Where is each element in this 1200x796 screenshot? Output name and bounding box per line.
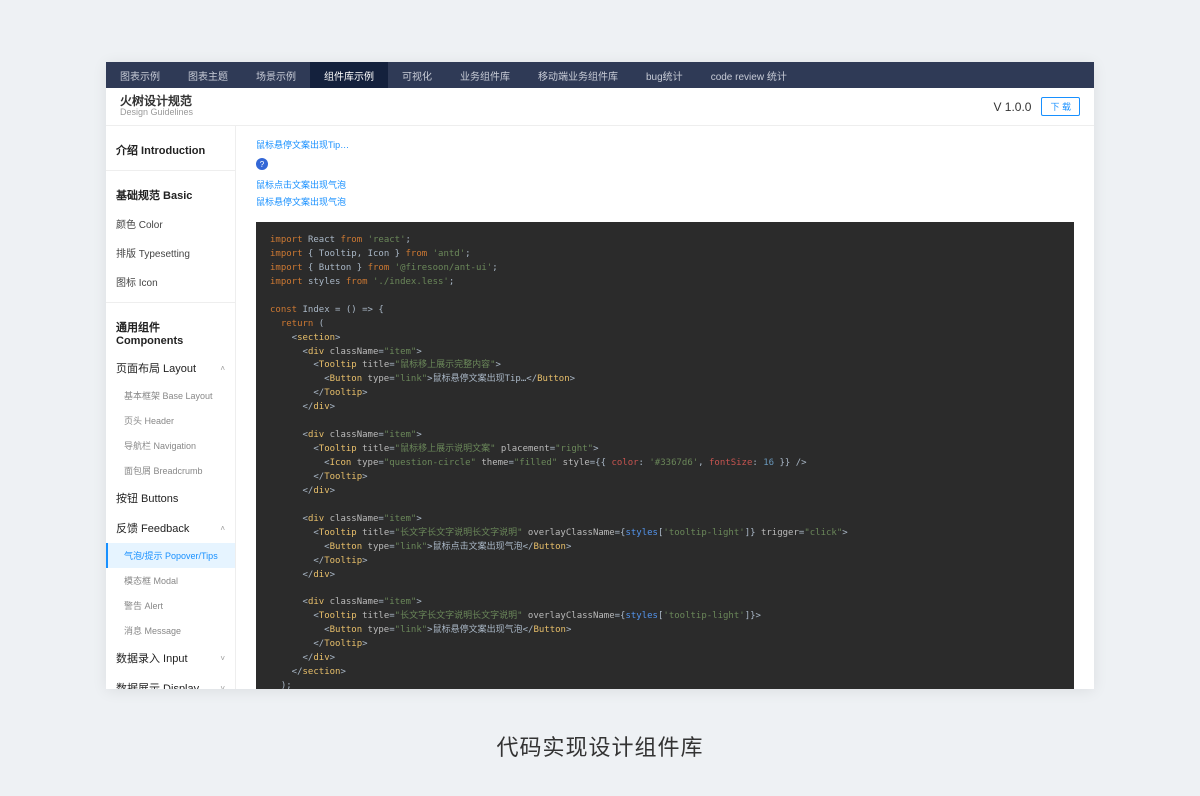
sidebar-item-layout-label: 页面布局 Layout [116, 360, 196, 376]
sidebar-section-intro[interactable]: 介绍 Introduction [106, 132, 235, 164]
page-caption: 代码实现设计组件库 [0, 730, 1200, 762]
chevron-down-icon: ˅ [220, 654, 225, 663]
tab-biz-components[interactable]: 业务组件库 [446, 62, 524, 88]
demo-link-hover-bubble[interactable]: 鼠标悬停文案出现气泡 [256, 195, 346, 208]
chevron-up-icon: ˄ [220, 364, 225, 373]
sidebar-item-color[interactable]: 颜色 Color [106, 209, 235, 238]
sidebar-item-base-layout[interactable]: 基本框架 Base Layout [106, 383, 235, 408]
brand: 火树设计规范 Design Guidelines [120, 95, 193, 118]
sidebar-item-display-label: 数据展示 Display [116, 680, 199, 689]
tab-bug-stats[interactable]: bug统计 [632, 62, 697, 88]
sidebar-item-icon[interactable]: 图标 Icon [106, 267, 235, 296]
version-label: V 1.0.0 [993, 100, 1031, 114]
sidebar-section-components: 通用组件 Components [106, 309, 235, 353]
sidebar-item-display[interactable]: 数据展示 Display ˅ [106, 673, 235, 689]
tab-codereview-stats[interactable]: code review 统计 [697, 62, 801, 88]
sidebar-item-breadcrumb[interactable]: 面包屑 Breadcrumb [106, 458, 235, 483]
sidebar-item-navigation[interactable]: 导航栏 Navigation [106, 433, 235, 458]
chevron-up-icon: ˄ [220, 524, 225, 533]
download-button[interactable]: 下 载 [1041, 97, 1080, 116]
chevron-down-icon: ˅ [220, 684, 225, 690]
sidebar-item-feedback-label: 反馈 Feedback [116, 520, 189, 536]
sidebar-item-alert[interactable]: 警告 Alert [106, 593, 235, 618]
sidebar-item-popover-tips[interactable]: 气泡/提示 Popover/Tips [106, 543, 235, 568]
sidebar-item-feedback[interactable]: 反馈 Feedback ˄ [106, 513, 235, 543]
sidebar-item-input[interactable]: 数据录入 Input ˅ [106, 643, 235, 673]
question-circle-icon[interactable]: ? [256, 158, 268, 170]
tab-mobile-biz-components[interactable]: 移动端业务组件库 [524, 62, 632, 88]
demo-link-click-bubble[interactable]: 鼠标点击文案出现气泡 [256, 178, 346, 191]
sidebar: 介绍 Introduction 基础规范 Basic 颜色 Color 排版 T… [106, 126, 236, 689]
demo-link-hover-tip[interactable]: 鼠标悬停文案出现Tip… [256, 138, 349, 151]
sidebar-item-message[interactable]: 消息 Message [106, 618, 235, 643]
sidebar-item-modal[interactable]: 模态框 Modal [106, 568, 235, 593]
tab-visualization[interactable]: 可视化 [388, 62, 446, 88]
demo-links: 鼠标悬停文案出现Tip… ? 鼠标点击文案出现气泡 鼠标悬停文案出现气泡 [256, 137, 1074, 208]
tab-scene-examples[interactable]: 场景示例 [242, 62, 310, 88]
sidebar-item-input-label: 数据录入 Input [116, 650, 188, 666]
sidebar-section-basic: 基础规范 Basic [106, 177, 235, 209]
sub-header: 火树设计规范 Design Guidelines V 1.0.0 下 载 [106, 88, 1094, 126]
sidebar-item-typesetting[interactable]: 排版 Typesetting [106, 238, 235, 267]
sidebar-item-header[interactable]: 页头 Header [106, 408, 235, 433]
tab-component-library[interactable]: 组件库示例 [310, 62, 388, 88]
top-nav: 图表示例 图表主题 场景示例 组件库示例 可视化 业务组件库 移动端业务组件库 … [106, 62, 1094, 88]
content-area: 鼠标悬停文案出现Tip… ? 鼠标点击文案出现气泡 鼠标悬停文案出现气泡 imp… [236, 126, 1094, 689]
code-block[interactable]: import React from 'react'; import { Tool… [256, 222, 1074, 689]
tab-chart-themes[interactable]: 图表主题 [174, 62, 242, 88]
brand-title-en: Design Guidelines [120, 108, 193, 118]
sidebar-item-layout[interactable]: 页面布局 Layout ˄ [106, 353, 235, 383]
sidebar-item-buttons[interactable]: 按钮 Buttons [106, 483, 235, 513]
app-window: 图表示例 图表主题 场景示例 组件库示例 可视化 业务组件库 移动端业务组件库 … [106, 62, 1094, 689]
tab-chart-examples[interactable]: 图表示例 [106, 62, 174, 88]
